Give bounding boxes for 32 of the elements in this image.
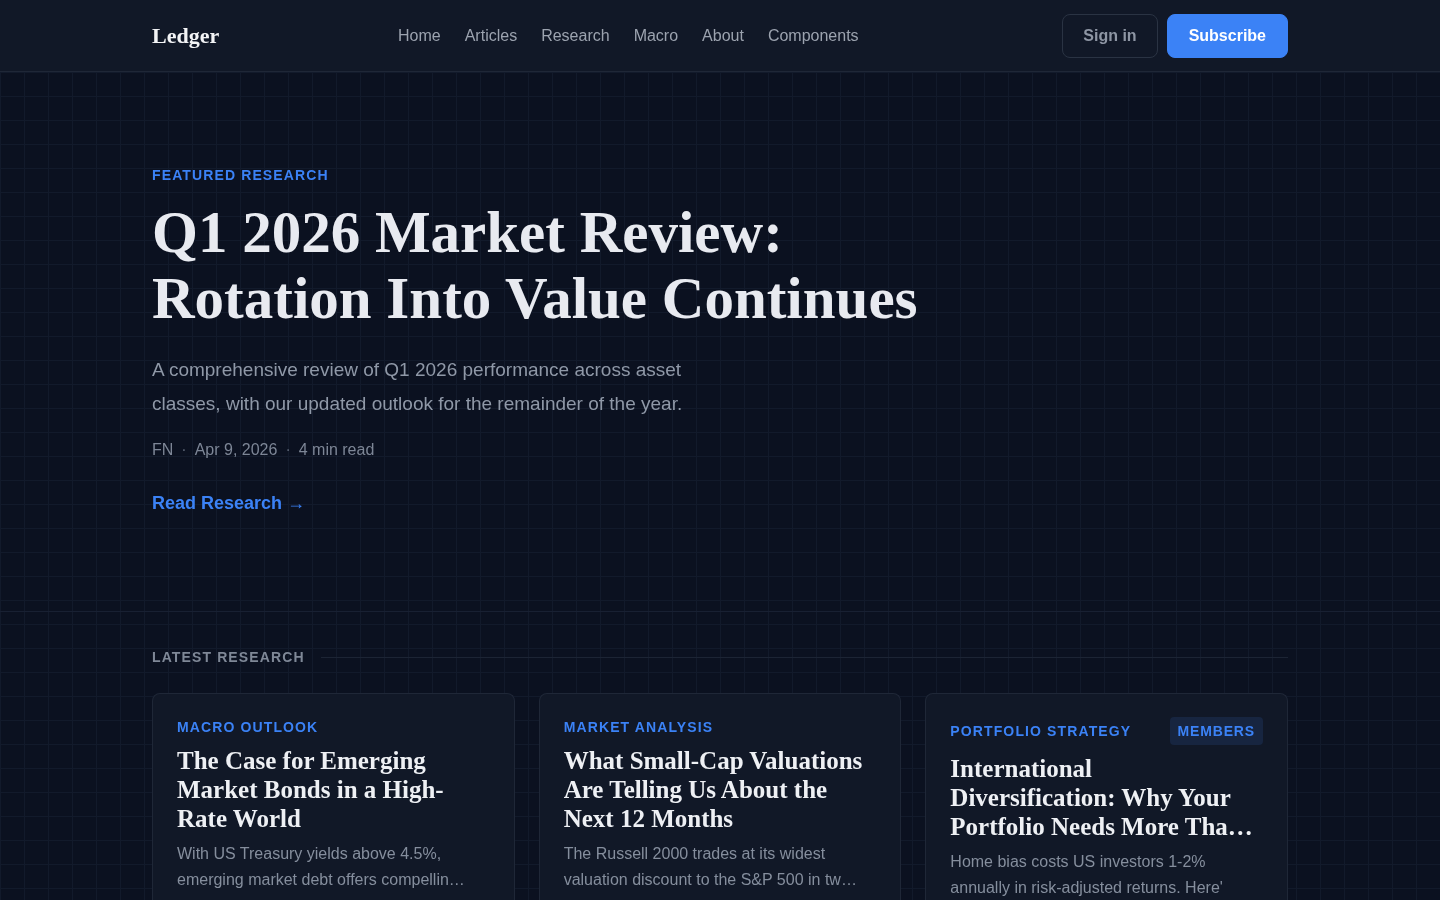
section-heading: LATEST RESEARCH	[152, 648, 305, 667]
article-card[interactable]: MACRO OUTLOOK The Case for Emerging Market Bonds in a High-Rate World With US Treasury yields above 4.5%, emerging market debt offers compellin…	[152, 693, 515, 900]
nav-link[interactable]: Home	[398, 25, 441, 46]
article-excerpt: With US Treasury yields above 4.5%, emerging market debt offers compellin…	[177, 844, 466, 890]
sign-in-button[interactable]: Sign in	[1062, 13, 1158, 58]
read-research-link[interactable]: Read Research →	[152, 490, 306, 516]
nav-link[interactable]: Research	[541, 25, 610, 46]
nav-link[interactable]: Articles	[464, 25, 518, 46]
article-excerpt: The Russell 2000 trades at its widest valuation discount to the S&P 500 in tw…	[563, 844, 858, 890]
article-card[interactable]: PORTFOLIO STRATEGY MEMBERS International Diversification: Why Your Portfolio Needs More Tha… Home bias costs US investors 1-2% annually in risk-adjusted returns. Here'	[925, 693, 1288, 900]
read-time: 4 min read	[298, 440, 375, 460]
publish-date: Apr 9, 2026	[194, 440, 278, 460]
category-label: MARKET ANALYSIS	[563, 718, 714, 737]
article-title: The Case for Emerging Market Bonds in a High-Rate World	[177, 746, 445, 833]
hero-summary: A comprehensive review of Q1 2026 performance across asset classes, with our updated outlook for the remainder of the year.	[152, 358, 684, 416]
category-label: MACRO OUTLOOK	[177, 718, 319, 737]
author-initials: FN	[152, 440, 174, 460]
members-badge: MEMBERS	[1169, 717, 1263, 745]
meta-separator: ·	[181, 440, 187, 460]
hero-title: Q1 2026 Market Review: Rotation Into Value Continues	[152, 199, 919, 331]
article-title: What Small-Cap Valuations Are Telling Us About the Next 12 Months	[563, 746, 864, 833]
section-label: FEATURED RESEARCH	[152, 166, 329, 185]
meta-separator: ·	[285, 440, 291, 460]
logo[interactable]: Ledger	[152, 22, 220, 49]
category-label: PORTFOLIO STRATEGY	[950, 722, 1132, 741]
subscribe-button[interactable]: Subscribe	[1166, 13, 1288, 58]
article-card[interactable]: MARKET ANALYSIS What Small-Cap Valuations Are Telling Us About the Next 12 Months The Russell 2000 trades at its widest valuation discount to the S&P 500 in tw…	[538, 693, 902, 900]
nav-link[interactable]: Components	[767, 25, 859, 46]
article-title: International Diversification: Why Your Portfolio Needs More Tha…	[950, 754, 1254, 841]
nav-link[interactable]: Macro	[633, 25, 679, 46]
article-excerpt: Home bias costs US investors 1-2% annually in risk-adjusted returns. Here'	[950, 852, 1224, 898]
nav-link[interactable]: About	[702, 25, 744, 46]
